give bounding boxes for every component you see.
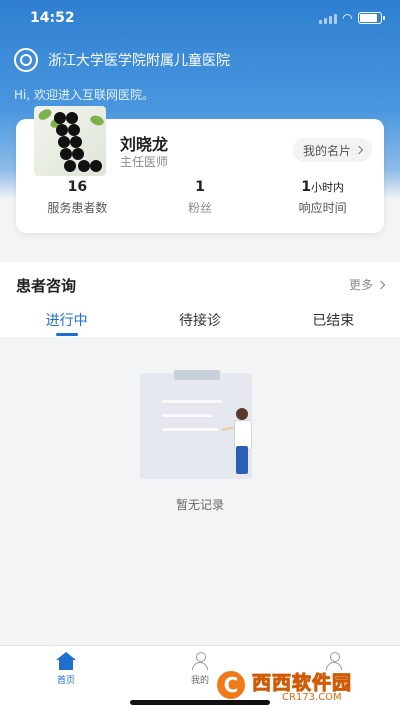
doctor-profile-card: 刘晓龙 主任医师 我的名片 16 服务患者数 1 粉丝 1小时内 响应时间 (16, 106, 384, 233)
doctor-name: 刘晓龙 (120, 135, 169, 154)
stat-value: 16 (67, 179, 88, 195)
hospital-name: 浙江大学医学院附属儿童医院 (48, 53, 230, 69)
my-card-label: 我的名片 (302, 143, 351, 158)
more-label: 更多 (348, 278, 373, 292)
stat-value: 1 (195, 179, 205, 195)
stat-patients: 16 服务患者数 (16, 179, 139, 216)
welcome-text: Hi, 欢迎进入互联网医院。 (14, 88, 154, 102)
avatar[interactable] (34, 106, 106, 176)
my-card-button[interactable]: 我的名片 (292, 138, 372, 162)
tab-home[interactable]: 首页 (26, 652, 106, 686)
watermark-sub: CR173.COM (282, 691, 342, 703)
tab-label: 首页 (56, 676, 75, 686)
tab-in-progress[interactable]: 进行中 (0, 310, 133, 336)
consult-tabs: 进行中 待接诊 已结束 (0, 310, 400, 336)
tab-finished[interactable]: 已结束 (267, 310, 400, 336)
more-link[interactable]: 更多 (348, 276, 386, 293)
stat-response-time: 1小时内 响应时间 (261, 179, 384, 216)
stat-fans: 1 粉丝 (139, 179, 262, 216)
person-icon (190, 652, 210, 670)
home-indicator (130, 700, 270, 705)
stat-unit: 小时内 (311, 181, 345, 194)
watermark-logo: C (214, 668, 248, 702)
signal-icon (318, 13, 337, 24)
wifi-icon: ◠ (342, 11, 352, 25)
patient-consult-panel: 患者咨询 更多 进行中 待接诊 已结束 (0, 262, 400, 337)
home-icon (55, 652, 77, 670)
status-icons: ◠ (318, 11, 385, 25)
stat-value: 1 (301, 179, 312, 195)
hospital-logo-icon (14, 48, 38, 72)
stat-label: 粉丝 (188, 201, 213, 215)
stat-label: 响应时间 (298, 201, 347, 215)
doctor-stats: 16 服务患者数 1 粉丝 1小时内 响应时间 (16, 179, 384, 216)
tab-pending[interactable]: 待接诊 (133, 310, 266, 336)
status-time: 14:52 (30, 10, 75, 26)
empty-state-illustration (140, 370, 260, 486)
hospital-header: 浙江大学医学院附属儿童医院 (14, 48, 230, 72)
status-bar: 14:52 ◠ (0, 0, 400, 36)
doctor-title: 主任医师 (120, 155, 169, 169)
stat-label: 服务患者数 (47, 201, 108, 215)
chevron-right-icon (354, 145, 364, 155)
tab-label: 我的 (190, 676, 209, 686)
chevron-right-icon (376, 280, 386, 289)
battery-icon (358, 12, 385, 24)
watermark-main: 西西软件园 (251, 671, 353, 694)
section-title: 患者咨询 (16, 277, 77, 295)
empty-state-text: 暂无记录 (175, 498, 224, 512)
